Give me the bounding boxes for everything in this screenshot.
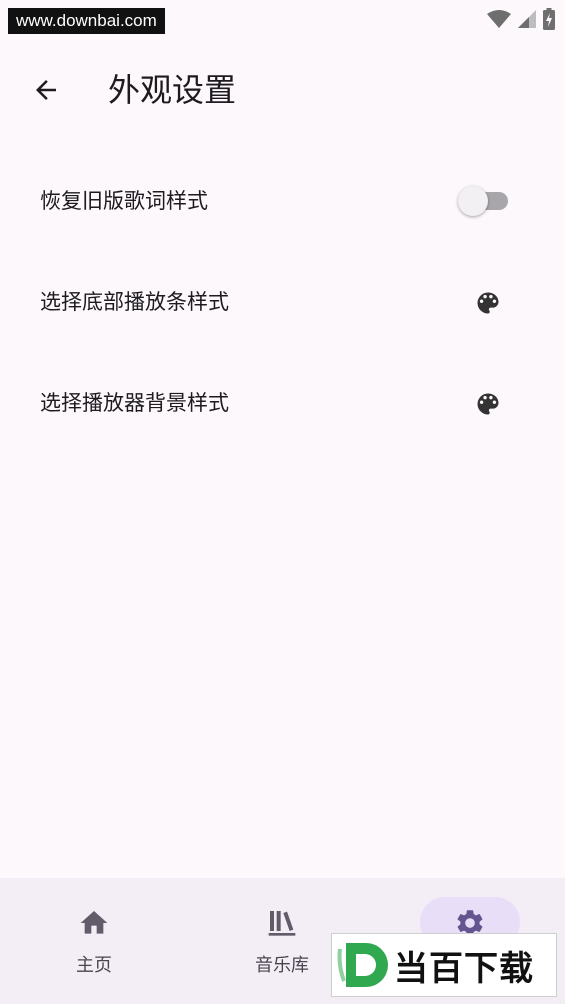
status-bar: www.downbai.com xyxy=(0,0,565,40)
nav-item-home[interactable]: 主页 xyxy=(0,878,188,1004)
switch-thumb xyxy=(458,186,488,216)
watermark-badge: 当百下载 xyxy=(331,933,557,997)
arrow-back-icon xyxy=(36,80,56,100)
d-logo-icon xyxy=(337,943,388,987)
watermark-badge-text: 当百下载 xyxy=(394,948,534,989)
watermark-url: www.downbai.com xyxy=(8,8,165,34)
setting-player-background-style[interactable]: 选择播放器背景样式 xyxy=(0,352,565,453)
battery-charging-icon xyxy=(543,8,555,30)
status-icons xyxy=(487,8,555,30)
home-icon xyxy=(80,911,108,934)
palette-icon[interactable] xyxy=(474,390,502,418)
back-button[interactable] xyxy=(18,62,74,118)
setting-bottom-bar-style[interactable]: 选择底部播放条样式 xyxy=(0,251,565,352)
library-icon xyxy=(268,911,296,936)
cellular-signal-icon xyxy=(518,10,536,28)
setting-label: 选择底部播放条样式 xyxy=(40,290,229,314)
setting-legacy-lyrics-style[interactable]: 恢复旧版歌词样式 xyxy=(0,150,565,251)
top-app-bar: 外观设置 xyxy=(0,52,565,128)
settings-list: 恢复旧版歌词样式 选择底部播放条样式 选择播放器背景样式 xyxy=(0,150,565,453)
page-title: 外观设置 xyxy=(108,71,237,109)
setting-label: 恢复旧版歌词样式 xyxy=(40,189,208,213)
legacy-lyrics-switch[interactable] xyxy=(458,186,510,216)
wifi-icon xyxy=(487,10,511,28)
nav-label: 主页 xyxy=(76,955,112,976)
setting-label: 选择播放器背景样式 xyxy=(40,391,229,415)
palette-icon[interactable] xyxy=(474,289,502,317)
